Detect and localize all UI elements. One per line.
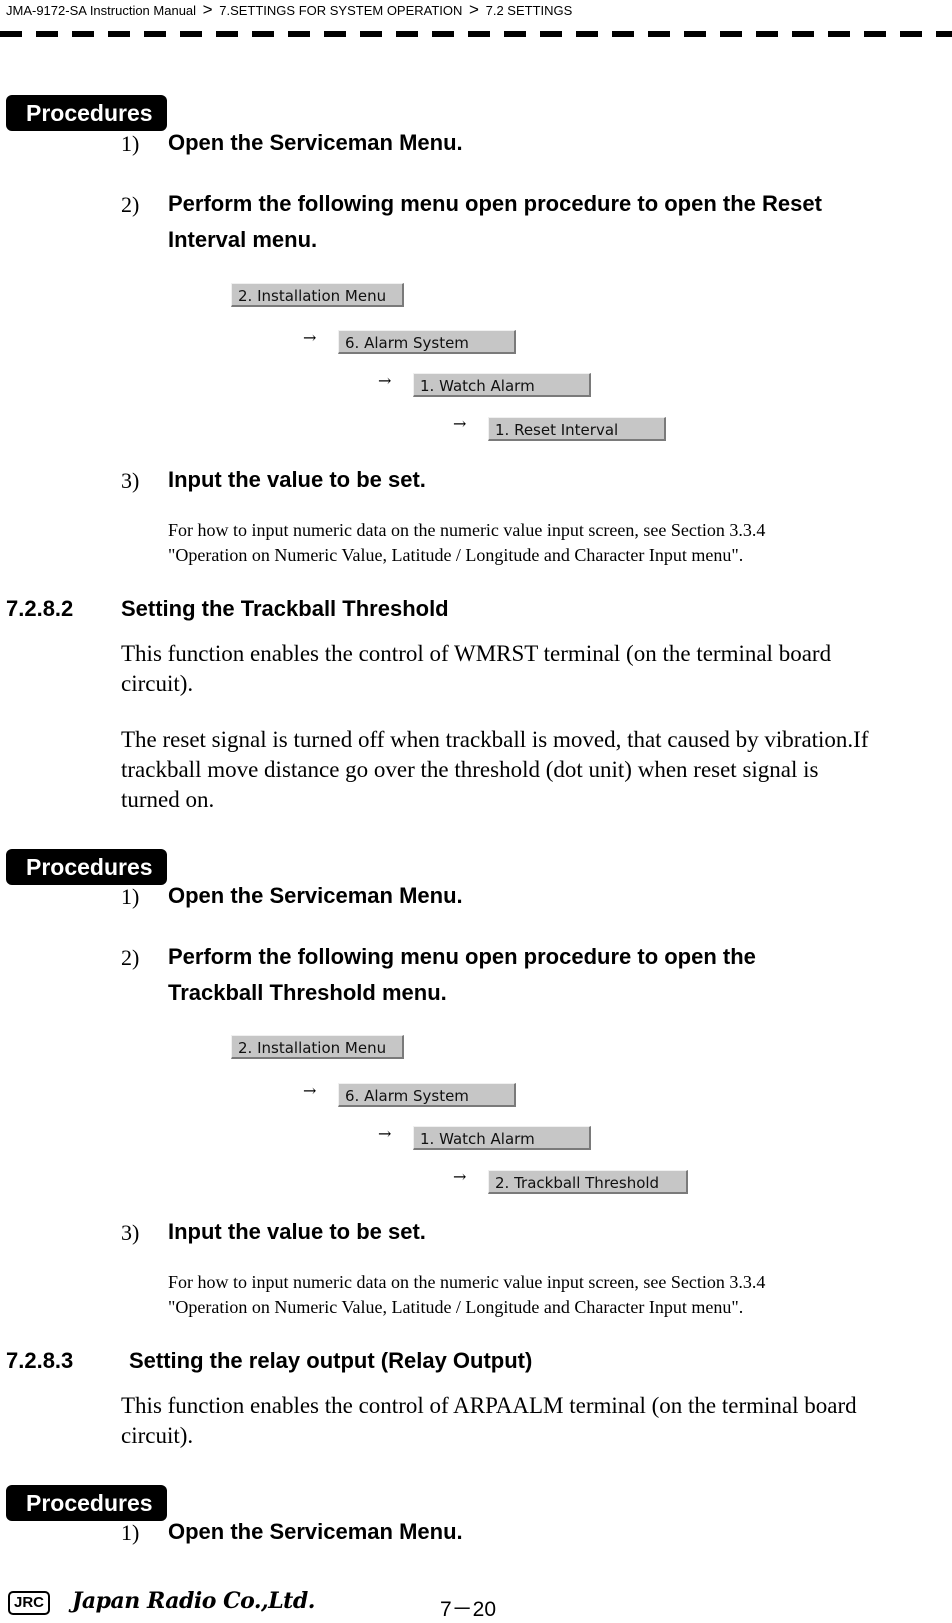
step-text: Perform the following menu open procedur…	[168, 944, 756, 969]
paragraph: circuit).	[121, 1423, 194, 1448]
arrow-right-icon: →	[303, 1081, 317, 1100]
paragraph: turned on.	[121, 787, 215, 812]
note-text: For how to input numeric data on the num…	[168, 1272, 766, 1292]
step-number: 3)	[121, 1220, 140, 1245]
step-text: Open the Serviceman Menu.	[168, 1519, 463, 1544]
breadcrumb-chapter[interactable]: 7.SETTINGS FOR SYSTEM OPERATION	[219, 3, 462, 18]
procedures-badge: Procedures	[6, 95, 167, 131]
arrow-right-icon: →	[303, 328, 317, 347]
breadcrumb-separator: >	[202, 0, 213, 19]
arrow-right-icon: →	[453, 1167, 467, 1186]
menu-item-installation-menu[interactable]: 2. Installation Menu	[231, 283, 404, 307]
company-name: Japan Radio Co.,Ltd.	[72, 1588, 315, 1614]
note-text: "Operation on Numeric Value, Latitude / …	[168, 1297, 744, 1317]
arrow-right-icon: →	[453, 414, 467, 433]
step-text: Open the Serviceman Menu.	[168, 130, 463, 155]
paragraph: trackball move distance go over the thre…	[121, 757, 819, 782]
step-text: Input the value to be set.	[168, 1219, 426, 1244]
procedures-badge: Procedures	[6, 849, 167, 885]
breadcrumb-manual[interactable]: JMA-9172-SA Instruction Manual	[6, 3, 196, 18]
paragraph: The reset signal is turned off when trac…	[121, 727, 869, 752]
header-dashed-rule	[0, 31, 952, 37]
menu-item-installation-menu[interactable]: 2. Installation Menu	[231, 1035, 404, 1059]
menu-item-watch-alarm[interactable]: 1. Watch Alarm	[413, 373, 591, 397]
section-number: 7.2.8.3	[6, 1348, 74, 1373]
step-number: 3)	[121, 468, 140, 493]
jrc-logo-text: JRC	[8, 1591, 51, 1615]
paragraph: This function enables the control of WMR…	[121, 641, 832, 666]
menu-item-reset-interval[interactable]: 1. Reset Interval	[488, 417, 666, 441]
step-text: Perform the following menu open procedur…	[168, 191, 822, 216]
arrow-right-icon: →	[378, 1124, 392, 1143]
step-number: 1)	[121, 884, 140, 909]
breadcrumb: JMA-9172-SA Instruction Manual > 7.SETTI…	[6, 0, 572, 20]
menu-item-alarm-system[interactable]: 6. Alarm System	[338, 330, 516, 354]
menu-item-alarm-system[interactable]: 6. Alarm System	[338, 1083, 516, 1107]
jrc-logo: JRC	[8, 1591, 51, 1615]
procedures-badge: Procedures	[6, 1485, 167, 1521]
menu-item-trackball-threshold[interactable]: 2. Trackball Threshold	[488, 1170, 688, 1194]
step-number: 2)	[121, 945, 140, 970]
step-text: Trackball Threshold menu.	[168, 980, 447, 1005]
paragraph: This function enables the control of ARP…	[121, 1393, 857, 1418]
arrow-right-icon: →	[378, 371, 392, 390]
step-text: Interval menu.	[168, 227, 318, 252]
step-number: 1)	[121, 1520, 140, 1545]
breadcrumb-separator: >	[469, 0, 479, 19]
note-text: For how to input numeric data on the num…	[168, 520, 766, 540]
step-number: 2)	[121, 192, 140, 217]
step-number: 1)	[121, 131, 140, 156]
menu-item-watch-alarm[interactable]: 1. Watch Alarm	[413, 1126, 591, 1150]
note-text: "Operation on Numeric Value, Latitude / …	[168, 545, 744, 565]
step-text: Input the value to be set.	[168, 467, 426, 492]
section-number: 7.2.8.2	[6, 596, 74, 621]
page-number: 7－20	[440, 1598, 497, 1621]
section-title: Setting the relay output (Relay Output)	[129, 1348, 533, 1373]
section-title: Setting the Trackball Threshold	[121, 596, 449, 621]
step-text: Open the Serviceman Menu.	[168, 883, 463, 908]
paragraph: circuit).	[121, 671, 194, 696]
breadcrumb-section[interactable]: 7.2 SETTINGS	[486, 3, 573, 18]
